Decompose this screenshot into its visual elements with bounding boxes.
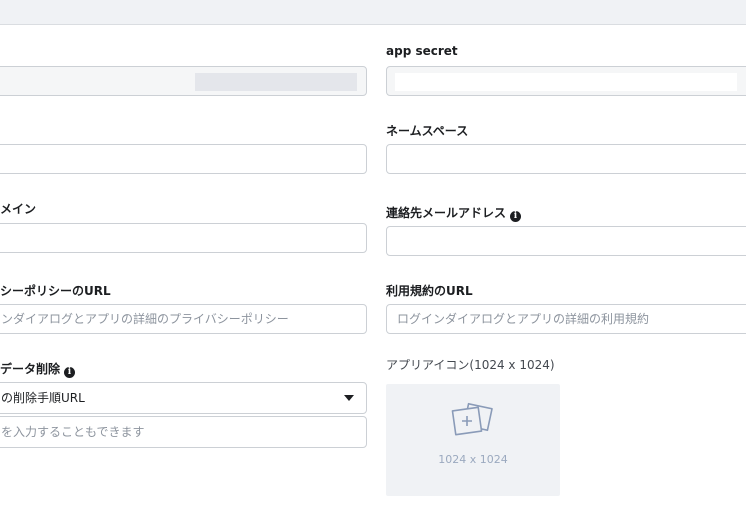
terms-url-label: 利用規約のURL: [386, 284, 473, 298]
app-icon-upload[interactable]: 1024 x 1024: [386, 384, 560, 496]
info-icon[interactable]: i: [510, 211, 522, 222]
terms-url-field[interactable]: ログインダイアログとアプリの詳細の利用規約: [386, 304, 746, 334]
display-name-field[interactable]: [0, 144, 367, 174]
redacted-value: [195, 73, 357, 91]
app-domain-field[interactable]: [0, 223, 367, 253]
privacy-policy-label: シーポリシーのURL: [0, 284, 111, 298]
info-icon[interactable]: i: [64, 367, 76, 378]
data-deletion-url-field[interactable]: を入力することもできます: [0, 416, 367, 448]
namespace-field[interactable]: [386, 144, 746, 174]
redacted-secret: [395, 73, 737, 91]
data-deletion-select[interactable]: の削除手順URL: [0, 382, 367, 414]
contact-email-field[interactable]: [386, 226, 746, 256]
contact-email-label: 連絡先メールアドレス i: [386, 204, 522, 222]
data-deletion-label: データ削除 i: [0, 360, 76, 378]
terms-url-placeholder: ログインダイアログとアプリの詳細の利用規約: [397, 312, 650, 326]
data-deletion-placeholder: を入力することもできます: [1, 425, 145, 439]
add-image-icon: [451, 402, 493, 436]
app-icon-label: アプリアイコン(1024 x 1024): [386, 358, 555, 372]
privacy-policy-placeholder: ンダイアログとアプリの詳細のプライバシーポリシー: [1, 312, 289, 326]
privacy-policy-url-field[interactable]: ンダイアログとアプリの詳細のプライバシーポリシー: [0, 304, 367, 334]
namespace-label: ネームスペース: [386, 124, 469, 138]
app-secret-field[interactable]: [386, 66, 746, 96]
icon-size-text: 1024 x 1024: [438, 453, 508, 466]
app-secret-label: app secret: [386, 44, 458, 58]
caret-down-icon: [344, 395, 354, 401]
app-domain-label: メイン: [0, 202, 37, 216]
top-bar: [0, 0, 746, 25]
app-id-field[interactable]: [0, 66, 367, 96]
data-deletion-selected: の削除手順URL: [1, 391, 85, 405]
